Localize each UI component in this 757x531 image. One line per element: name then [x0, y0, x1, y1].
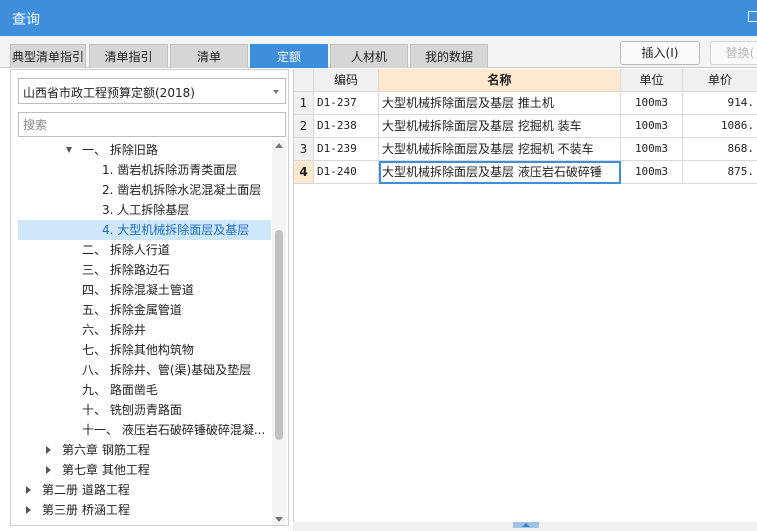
tree-node-chapter[interactable]: 第七章 其他工程	[62, 460, 150, 480]
table-horizontal-scrollbar[interactable]	[293, 522, 757, 531]
price-cell[interactable]: 914.	[683, 92, 757, 115]
price-cell[interactable]: 1086.	[683, 115, 757, 138]
column-header-code[interactable]: 编码	[314, 69, 379, 92]
code-cell[interactable]: D1-237	[314, 92, 379, 115]
expand-icon[interactable]	[66, 147, 72, 153]
tree-node-volume[interactable]: 第二册 道路工程	[42, 480, 130, 500]
tree-node[interactable]: 九、 路面凿毛	[82, 380, 158, 400]
tree-node[interactable]: 1. 凿岩机拆除沥青类面层	[102, 160, 237, 180]
collapse-icon[interactable]	[46, 446, 51, 454]
tree-node[interactable]: 六、 拆除井	[82, 320, 146, 340]
row-number-header	[294, 69, 314, 92]
search-input[interactable]	[18, 112, 286, 137]
unit-cell[interactable]: 100m3	[621, 115, 683, 138]
tree-node[interactable]: 七、 拆除其他构筑物	[82, 340, 194, 360]
tree-node[interactable]: 二、 拆除人行道	[82, 240, 170, 260]
tree-node-volume[interactable]: 第三册 桥涵工程	[42, 500, 130, 520]
tab-labor-material-machine[interactable]: 人材机	[330, 44, 408, 68]
title-bar: 查询	[0, 0, 757, 36]
tree-node-selected[interactable]: 4. 大型机械拆除面层及基层	[102, 220, 249, 240]
tree-scrollbar[interactable]	[272, 140, 286, 525]
row-number[interactable]: 2	[294, 115, 314, 138]
tree-node[interactable]: 十一、 液压岩石破碎锤破碎混凝...	[82, 420, 268, 440]
collapse-icon[interactable]	[46, 466, 51, 474]
code-cell[interactable]: D1-240	[314, 161, 379, 184]
replace-button[interactable]: 替换(	[710, 41, 757, 65]
price-cell[interactable]: 875.	[683, 161, 757, 184]
tree-node[interactable]: 2. 凿岩机拆除水泥混凝土面层	[102, 180, 261, 200]
tab-list[interactable]: 清单	[170, 44, 248, 68]
library-select-value: 山西省市政工程预算定额(2018)	[23, 86, 195, 100]
unit-cell[interactable]: 100m3	[621, 92, 683, 115]
tree-node[interactable]: 十、 铣刨沥青路面	[82, 400, 182, 420]
row-number[interactable]: 3	[294, 138, 314, 161]
name-cell[interactable]: 大型机械拆除面层及基层 挖掘机 不装车	[379, 138, 621, 161]
tree-node[interactable]: 三、 拆除路边石	[82, 260, 170, 280]
scrollbar-grip[interactable]	[513, 522, 539, 528]
collapse-icon[interactable]	[26, 486, 31, 494]
tab-my-data[interactable]: 我的数据	[410, 44, 488, 68]
scroll-up-icon[interactable]	[275, 143, 283, 148]
window-title: 查询	[12, 12, 40, 28]
name-cell[interactable]: 大型机械拆除面层及基层 挖掘机 装车	[379, 115, 621, 138]
tree-node[interactable]: 五、 拆除金属管道	[82, 300, 182, 320]
quota-table: 编码 名称 单位 单价 1 D1-237 大型机械拆除面层及基层 推土机 100…	[293, 69, 757, 526]
tree-node[interactable]: 四、 拆除混凝土管道	[82, 280, 194, 300]
column-header-name[interactable]: 名称	[379, 69, 621, 92]
unit-cell[interactable]: 100m3	[621, 138, 683, 161]
code-cell[interactable]: D1-238	[314, 115, 379, 138]
chevron-up-icon	[522, 523, 530, 527]
insert-button[interactable]: 插入(I)	[620, 41, 700, 65]
tab-quota[interactable]: 定额	[250, 44, 328, 68]
tree-node-chapter[interactable]: 第六章 钢筋工程	[62, 440, 150, 460]
tree-node-chapter[interactable]: 一、 拆除旧路	[82, 140, 158, 160]
column-header-price[interactable]: 单价	[683, 69, 757, 92]
name-cell-focused[interactable]: 大型机械拆除面层及基层 液压岩石破碎锤	[379, 161, 621, 184]
collapse-icon[interactable]	[26, 506, 31, 514]
scroll-down-icon[interactable]	[275, 517, 283, 522]
tab-list-guide[interactable]: 清单指引	[89, 44, 168, 68]
row-number-current[interactable]: 4	[294, 161, 314, 184]
code-cell[interactable]: D1-239	[314, 138, 379, 161]
tab-typical-list-guide[interactable]: 典型清单指引	[10, 44, 86, 68]
column-header-unit[interactable]: 单位	[621, 69, 683, 92]
price-cell[interactable]: 868.	[683, 138, 757, 161]
restore-icon[interactable]	[748, 11, 757, 22]
scrollbar-thumb[interactable]	[275, 230, 283, 440]
tree-node[interactable]: 八、 拆除井、管(渠)基础及垫层	[82, 360, 251, 380]
name-cell[interactable]: 大型机械拆除面层及基层 推土机	[379, 92, 621, 115]
tree-node[interactable]: 3. 人工拆除基层	[102, 200, 189, 220]
chevron-down-icon	[273, 90, 279, 94]
unit-cell[interactable]: 100m3	[621, 161, 683, 184]
library-select[interactable]: 山西省市政工程预算定额(2018)	[18, 78, 286, 104]
row-number[interactable]: 1	[294, 92, 314, 115]
